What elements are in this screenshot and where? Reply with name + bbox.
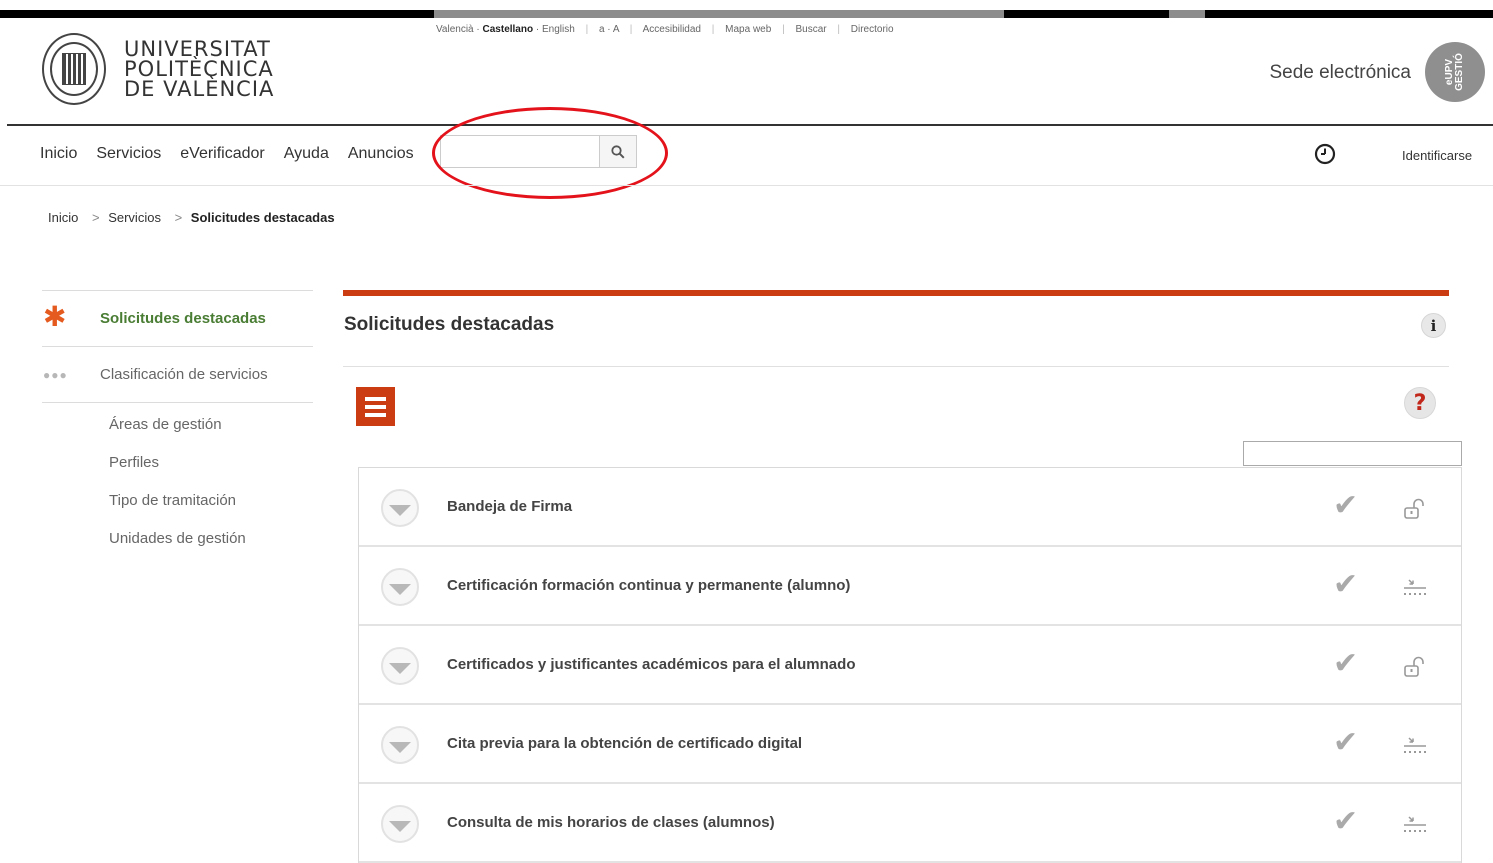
- expand-toggle[interactable]: [381, 726, 419, 764]
- eupv-badge-text: eUPV GESTIÓ: [1443, 53, 1465, 91]
- list-item: Cita previa para la obtención de certifi…: [359, 705, 1461, 784]
- page-title: Solicitudes destacadas: [344, 314, 555, 335]
- nav-inicio[interactable]: Inicio: [40, 145, 77, 163]
- search-input[interactable]: [441, 136, 600, 167]
- section-accent-bar: [343, 290, 1449, 296]
- nav-divider: [0, 185, 1493, 186]
- download-icon: [1404, 737, 1426, 753]
- upv-logo[interactable]: UNIVERSITAT POLITÈCNICA DE VALÈNCIA: [42, 33, 274, 105]
- download-button[interactable]: [1395, 729, 1435, 763]
- hamburger-icon: [365, 395, 386, 419]
- unlock-icon: [1404, 498, 1424, 519]
- sidebar-subitem-areas[interactable]: Áreas de gestión: [42, 406, 313, 444]
- list-item: Consulta de mis horarios de clases (alum…: [359, 784, 1461, 863]
- search-button[interactable]: [599, 136, 636, 167]
- unlock-button[interactable]: [1395, 492, 1435, 526]
- clock-icon: [1314, 143, 1336, 165]
- download-icon: [1404, 579, 1426, 595]
- nav-everificador[interactable]: eVerificador: [180, 145, 265, 163]
- sidebar: ✱ Solicitudes destacadas ●●● Clasificaci…: [42, 290, 313, 558]
- check-icon: ✔: [1333, 726, 1359, 759]
- check-icon: ✔: [1333, 489, 1359, 522]
- header-divider: [7, 124, 1493, 126]
- university-seal-icon: [42, 33, 106, 105]
- accesibilidad-link[interactable]: Accesibilidad: [643, 24, 701, 35]
- breadcrumb-inicio[interactable]: Inicio: [48, 210, 78, 225]
- sidebar-item-solicitudes-destacadas[interactable]: ✱ Solicitudes destacadas: [42, 291, 313, 346]
- buscar-link[interactable]: Buscar: [795, 24, 826, 35]
- expand-toggle[interactable]: [381, 568, 419, 606]
- list-item-title[interactable]: Certificados y justificantes académicos …: [447, 656, 855, 673]
- sidebar-subitem-unidades[interactable]: Unidades de gestión: [42, 520, 313, 558]
- mapa-web-link[interactable]: Mapa web: [725, 24, 771, 35]
- chevron-down-icon: [389, 504, 411, 516]
- download-button[interactable]: [1395, 571, 1435, 605]
- list-item: Certificados y justificantes académicos …: [359, 626, 1461, 705]
- lang-castellano-link[interactable]: Castellano: [483, 24, 534, 35]
- sidebar-subitem-tipo-tramitacion[interactable]: Tipo de tramitación: [42, 482, 313, 520]
- expand-toggle[interactable]: [381, 647, 419, 685]
- search-box: [440, 135, 637, 168]
- check-icon: ✔: [1333, 568, 1359, 601]
- chevron-down-icon: [389, 741, 411, 753]
- list-item-title[interactable]: Bandeja de Firma: [447, 498, 572, 515]
- chevron-down-icon: [389, 583, 411, 595]
- list-item-title[interactable]: Certificación formación continua y perma…: [447, 577, 850, 594]
- breadcrumb-servicios[interactable]: Servicios: [108, 210, 161, 225]
- sidebar-subitem-perfiles[interactable]: Perfiles: [42, 444, 313, 482]
- breadcrumb: Inicio > Servicios > Solicitudes destaca…: [48, 210, 335, 225]
- list-item-title[interactable]: Cita previa para la obtención de certifi…: [447, 735, 802, 752]
- utility-links: Valencià · Castellano · English | a · A …: [436, 24, 894, 35]
- directorio-link[interactable]: Directorio: [851, 24, 894, 35]
- asterisk-icon: ✱: [43, 300, 67, 332]
- text-size-toggle[interactable]: a · A: [599, 24, 619, 35]
- expand-toggle[interactable]: [381, 489, 419, 527]
- logo-text: UNIVERSITAT POLITÈCNICA DE VALÈNCIA: [124, 37, 275, 101]
- top-color-band: [0, 10, 1493, 18]
- chevron-down-icon: [389, 820, 411, 832]
- check-icon: ✔: [1333, 805, 1359, 838]
- menu-button[interactable]: [356, 387, 395, 426]
- dots-icon: ●●●: [43, 367, 68, 382]
- nav-anuncios[interactable]: Anuncios: [348, 145, 414, 163]
- main-nav: Inicio Servicios eVerificador Ayuda Anun…: [40, 145, 433, 163]
- nav-servicios[interactable]: Servicios: [96, 145, 161, 163]
- search-icon: [611, 144, 625, 159]
- unlock-button[interactable]: [1395, 650, 1435, 684]
- info-icon[interactable]: i: [1421, 313, 1446, 338]
- nav-ayuda[interactable]: Ayuda: [284, 145, 329, 163]
- sidebar-item-label: Clasificación de servicios: [100, 366, 268, 383]
- list-item: Bandeja de Firma ✔: [359, 468, 1461, 547]
- check-icon: ✔: [1333, 647, 1359, 680]
- sede-electronica-label: Sede electrónica: [1269, 62, 1411, 83]
- history-button[interactable]: [1314, 143, 1336, 170]
- chevron-down-icon: [389, 662, 411, 674]
- sidebar-item-clasificacion[interactable]: ●●● Clasificación de servicios: [42, 347, 313, 402]
- expand-toggle[interactable]: [381, 805, 419, 843]
- list-item: Certificación formación continua y perma…: [359, 547, 1461, 626]
- help-icon[interactable]: ?: [1404, 387, 1436, 419]
- sidebar-item-label: Solicitudes destacadas: [100, 310, 266, 327]
- lang-valencia-link[interactable]: Valencià: [436, 24, 474, 35]
- download-button[interactable]: [1395, 808, 1435, 842]
- filter-input[interactable]: [1243, 441, 1462, 466]
- identificarse-link[interactable]: Identificarse: [1402, 148, 1472, 163]
- list-item-title[interactable]: Consulta de mis horarios de clases (alum…: [447, 814, 775, 831]
- lang-english-link[interactable]: English: [542, 24, 575, 35]
- download-icon: [1404, 816, 1426, 832]
- unlock-icon: [1404, 656, 1424, 677]
- breadcrumb-current: Solicitudes destacadas: [190, 210, 335, 225]
- main-content: Solicitudes destacadas i ?: [343, 290, 1462, 466]
- eupv-gestio-badge[interactable]: eUPV GESTIÓ: [1425, 42, 1485, 102]
- request-list: Bandeja de Firma ✔ Certificación formaci…: [358, 467, 1462, 863]
